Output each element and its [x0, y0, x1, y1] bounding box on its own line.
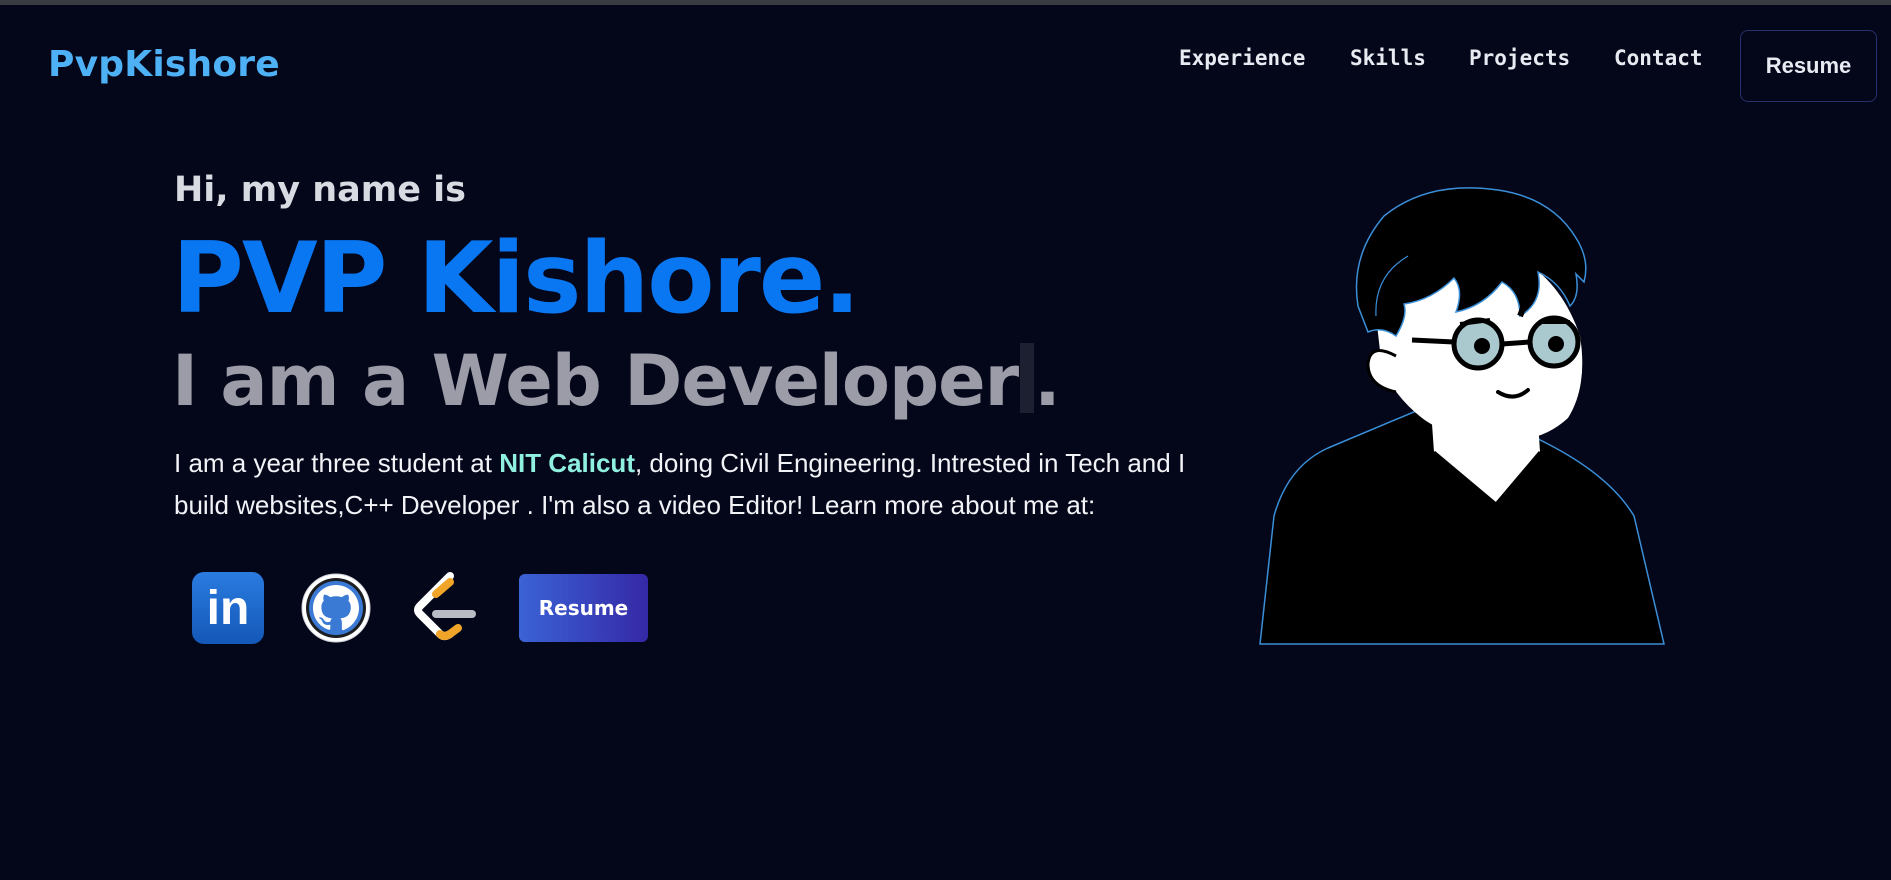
role-text: I am a Web Developer [172, 340, 1019, 422]
brand-logo[interactable]: PvpKishore [48, 44, 280, 85]
nav-link-projects[interactable]: Projects [1469, 46, 1570, 70]
typing-caret [1020, 343, 1035, 413]
bio-paragraph: I am a year three student at NIT Calicut… [174, 442, 1234, 526]
linkedin-icon-text: in [206, 581, 250, 635]
role-period: . [1034, 340, 1061, 422]
typewriter-role: I am a Web Developer. [172, 340, 1061, 422]
leetcode-icon[interactable] [410, 572, 478, 646]
linkedin-icon[interactable]: in [192, 572, 264, 644]
greeting-text: Hi, my name is [174, 170, 466, 210]
window-top-border [0, 0, 1891, 5]
avatar-illustration [1259, 187, 1665, 645]
nav-link-skills[interactable]: Skills [1350, 46, 1426, 70]
nav-resume-button[interactable]: Resume [1740, 30, 1877, 102]
bio-text-1: I am a year three student at [174, 448, 500, 478]
resume-button[interactable]: Resume [519, 574, 648, 642]
github-icon[interactable] [300, 572, 372, 644]
nav-link-experience[interactable]: Experience [1179, 46, 1305, 70]
bio-highlight-college: NIT Calicut [499, 448, 635, 478]
hero-name: PVP Kishore. [172, 222, 861, 336]
nav-link-contact[interactable]: Contact [1614, 46, 1703, 70]
